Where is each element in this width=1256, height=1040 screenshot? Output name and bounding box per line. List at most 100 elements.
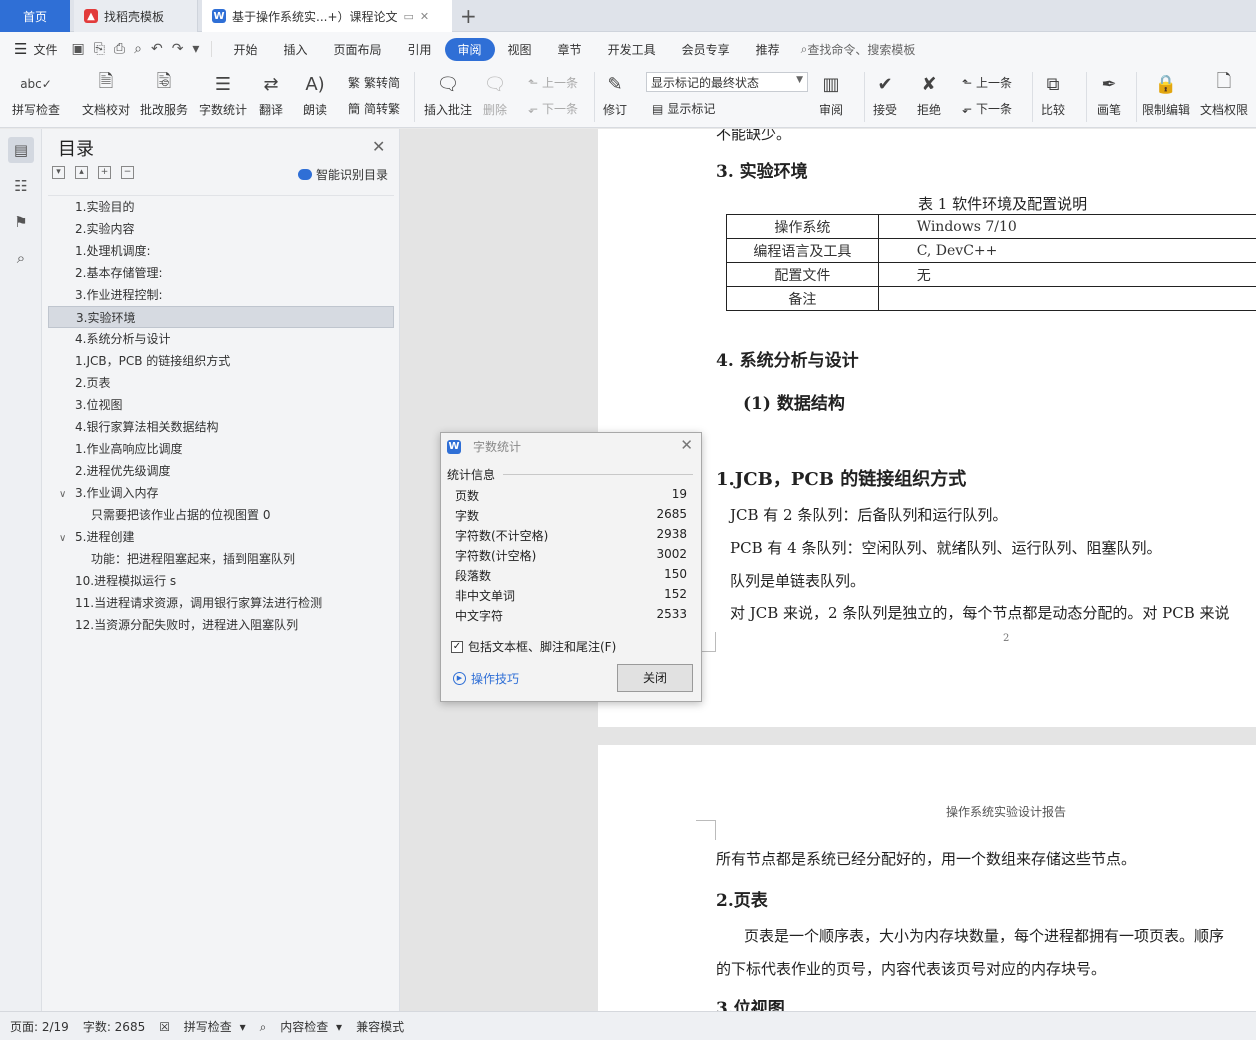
show-markup-button[interactable]: ▤ 显示标记 [652, 100, 715, 117]
menu-tab[interactable]: 视图 [495, 38, 545, 61]
ribbon-divider [414, 72, 415, 122]
toc-item[interactable]: 1.JCB，PCB 的链接组织方式 [48, 350, 394, 372]
preview-icon[interactable]: ⌕ [134, 41, 142, 57]
menu-tab[interactable]: 开发工具 [595, 38, 669, 61]
toc-item-selected[interactable]: 3.实验环境 [48, 306, 394, 328]
redo-icon[interactable]: ↷ [172, 41, 184, 57]
spell-check-status-label: 拼写检查 [183, 1019, 232, 1034]
stat-row: 字数 2685 [455, 507, 687, 527]
menu-tab[interactable]: 引用 [395, 38, 445, 61]
close-icon[interactable]: ✕ [372, 137, 385, 156]
tab-home[interactable]: 首页 [0, 0, 70, 32]
add-heading-icon[interactable]: + [98, 166, 111, 179]
toc-item[interactable]: 2.实验内容 [48, 218, 394, 240]
collapse-all-icon[interactable]: ▾ [52, 166, 65, 179]
file-menu[interactable]: ☰ 文件 [0, 40, 71, 58]
include-footnotes-checkbox[interactable]: ✓ 包括文本框、脚注和尾注(F) [451, 638, 616, 655]
toc-item[interactable]: 12.当资源分配失败时，进程进入阻塞队列 [48, 614, 394, 636]
find-icon[interactable]: ⌕ [8, 245, 34, 271]
toc-item[interactable]: 1.作业高响应比调度 [48, 438, 394, 460]
toc-item[interactable]: 3.作业进程控制: [48, 284, 394, 306]
table-cell: 无 [877, 262, 1256, 287]
toc-item[interactable]: 3.位视图 [48, 394, 394, 416]
menu-tab[interactable]: 审阅 [444, 37, 495, 61]
reject-button[interactable]: ✘ 拒绝 [916, 70, 942, 118]
bookmark-icon[interactable]: ⚑ [8, 209, 34, 235]
toc-item[interactable]: 10.进程模拟运行 s [48, 570, 394, 592]
compare-button[interactable]: ⧉ 比较 [1040, 70, 1066, 118]
toc-item[interactable]: 4.系统分析与设计 [48, 328, 394, 350]
toc-list: 1.实验目的 2.实验内容 1.处理机调度: 2.基本存储管理: 3.作业进程控… [48, 195, 394, 636]
restrict-edit-button[interactable]: 🔒 限制编辑 [1142, 70, 1190, 118]
toc-panel-icon[interactable]: ▤ [8, 137, 34, 163]
chevron-down-icon[interactable]: ∨ [59, 528, 75, 550]
checkbox-checked-icon[interactable]: ✓ [451, 640, 463, 653]
chapter-nav-icon[interactable]: ☷ [8, 173, 34, 199]
new-tab-icon[interactable]: + [460, 4, 477, 28]
toc-item[interactable]: 2.页表 [48, 372, 394, 394]
close-button[interactable]: 关闭 [617, 664, 693, 692]
toc-item[interactable]: 只需要把该作业占据的位视图置 0 [48, 504, 394, 526]
show-markup-icon: ▤ [652, 101, 664, 116]
menu-tab[interactable]: 推荐 [743, 38, 793, 61]
content-check-status[interactable]: ⌕ 内容检查 ▾ [260, 1018, 342, 1035]
markup-state-select[interactable]: 显示标记的最终状态 ▼ [646, 72, 808, 92]
simp-to-trad-button[interactable]: 簡简转繁 [348, 100, 400, 117]
insert-comment-button[interactable]: 🗨 插入批注 [424, 70, 472, 118]
remove-heading-icon[interactable]: − [121, 166, 134, 179]
batch-service-button[interactable]: 🗟 批改服务 [140, 70, 188, 118]
spell-check-status[interactable]: ☒ 拼写检查 ▾ [159, 1018, 245, 1035]
smart-toc-button[interactable]: 智能识别目录 [298, 166, 388, 183]
tab-restore-icon[interactable]: ▭ [404, 10, 414, 23]
prev-change-button[interactable]: ⬑ 上一条 [962, 74, 1012, 91]
expand-all-icon[interactable]: ▴ [75, 166, 88, 179]
read-aloud-button[interactable]: A) 朗读 [302, 70, 328, 118]
word-count-indicator[interactable]: 字数: 2685 [83, 1018, 145, 1035]
track-changes-button[interactable]: ✎ 修订 [602, 70, 628, 118]
toc-item[interactable]: 功能：把进程阻塞起来，插到阻塞队列 [48, 548, 394, 570]
accept-button[interactable]: ✔ 接受 [872, 70, 898, 118]
page-indicator[interactable]: 页面: 2/19 [10, 1018, 69, 1035]
prev-comment-button[interactable]: ⬑ 上一条 [528, 74, 578, 91]
menu-tab[interactable]: 开始 [220, 38, 270, 61]
undo-icon[interactable]: ↶ [151, 41, 163, 57]
menu-tab[interactable]: 章节 [545, 38, 595, 61]
toc-item[interactable]: 1.实验目的 [48, 196, 394, 218]
export-icon[interactable]: ⎘ [94, 41, 105, 57]
ink-button[interactable]: ✒ 画笔 [1096, 70, 1122, 118]
close-icon[interactable]: ✕ [680, 436, 693, 454]
next-change-button[interactable]: ⬐ 下一条 [962, 100, 1012, 117]
doc-permission-button[interactable]: 🗋 文档权限 [1200, 70, 1248, 118]
compat-mode-indicator: 兼容模式 [356, 1019, 405, 1034]
review-pane-button[interactable]: ▥ 审阅 [818, 70, 844, 118]
tips-link[interactable]: ▶ 操作技巧 [453, 670, 519, 687]
tab-close-icon[interactable]: ✕ [420, 10, 429, 23]
chevron-down-icon[interactable]: ∨ [59, 484, 75, 506]
doc-proof-button[interactable]: 🗎 文档校对 [82, 70, 130, 118]
save-icon[interactable]: ▣ [71, 41, 84, 57]
spell-check-button[interactable]: abc✓ 拼写检查 [12, 70, 60, 118]
menu-tab[interactable]: 会员专享 [669, 38, 743, 61]
delete-comment-button[interactable]: 🗨 删除 [482, 70, 508, 118]
toc-item[interactable]: 2.基本存储管理: [48, 262, 394, 284]
menu-tab[interactable]: 页面布局 [320, 38, 394, 61]
word-count-button[interactable]: ☰ 字数统计 [199, 70, 247, 118]
command-search[interactable]: ⌕ 查找命令、搜索模板 [801, 41, 916, 58]
word-count-dialog: W 字数统计 ✕ 统计信息 页数 19 字数 2685 字符数(不计空格) 2938 … [440, 432, 702, 702]
toc-item[interactable]: 1.处理机调度: [48, 240, 394, 262]
tab-template[interactable]: ▲ 找稻壳模板 [74, 0, 198, 32]
toc-item[interactable]: 2.进程优先级调度 [48, 460, 394, 482]
toc-item[interactable]: 4.银行家算法相关数据结构 [48, 416, 394, 438]
trad-to-simp-button[interactable]: 繁繁转简 [348, 74, 400, 91]
lock-icon: 🔒 [1154, 73, 1178, 95]
menu-tab[interactable]: 插入 [270, 38, 320, 61]
toc-item-expandable[interactable]: ∨ 5.进程创建 [48, 526, 394, 548]
tab-document[interactable]: W 基于操作系统实...+）课程论文 ▭ ✕ [202, 0, 452, 32]
toc-item-expandable[interactable]: ∨ 3.作业调入内存 [48, 482, 394, 504]
translate-button[interactable]: ⇄ 翻译 [258, 70, 284, 118]
quick-access-toolbar: ▣ ⎘ ⎙ ⌕ ↶ ↷ ▾ [71, 41, 213, 57]
quick-more-icon[interactable]: ▾ [192, 41, 199, 57]
toc-item[interactable]: 11.当进程请求资源，调用银行家算法进行检测 [48, 592, 394, 614]
print-icon[interactable]: ⎙ [114, 41, 125, 57]
next-comment-button[interactable]: ⬐ 下一条 [528, 100, 578, 117]
